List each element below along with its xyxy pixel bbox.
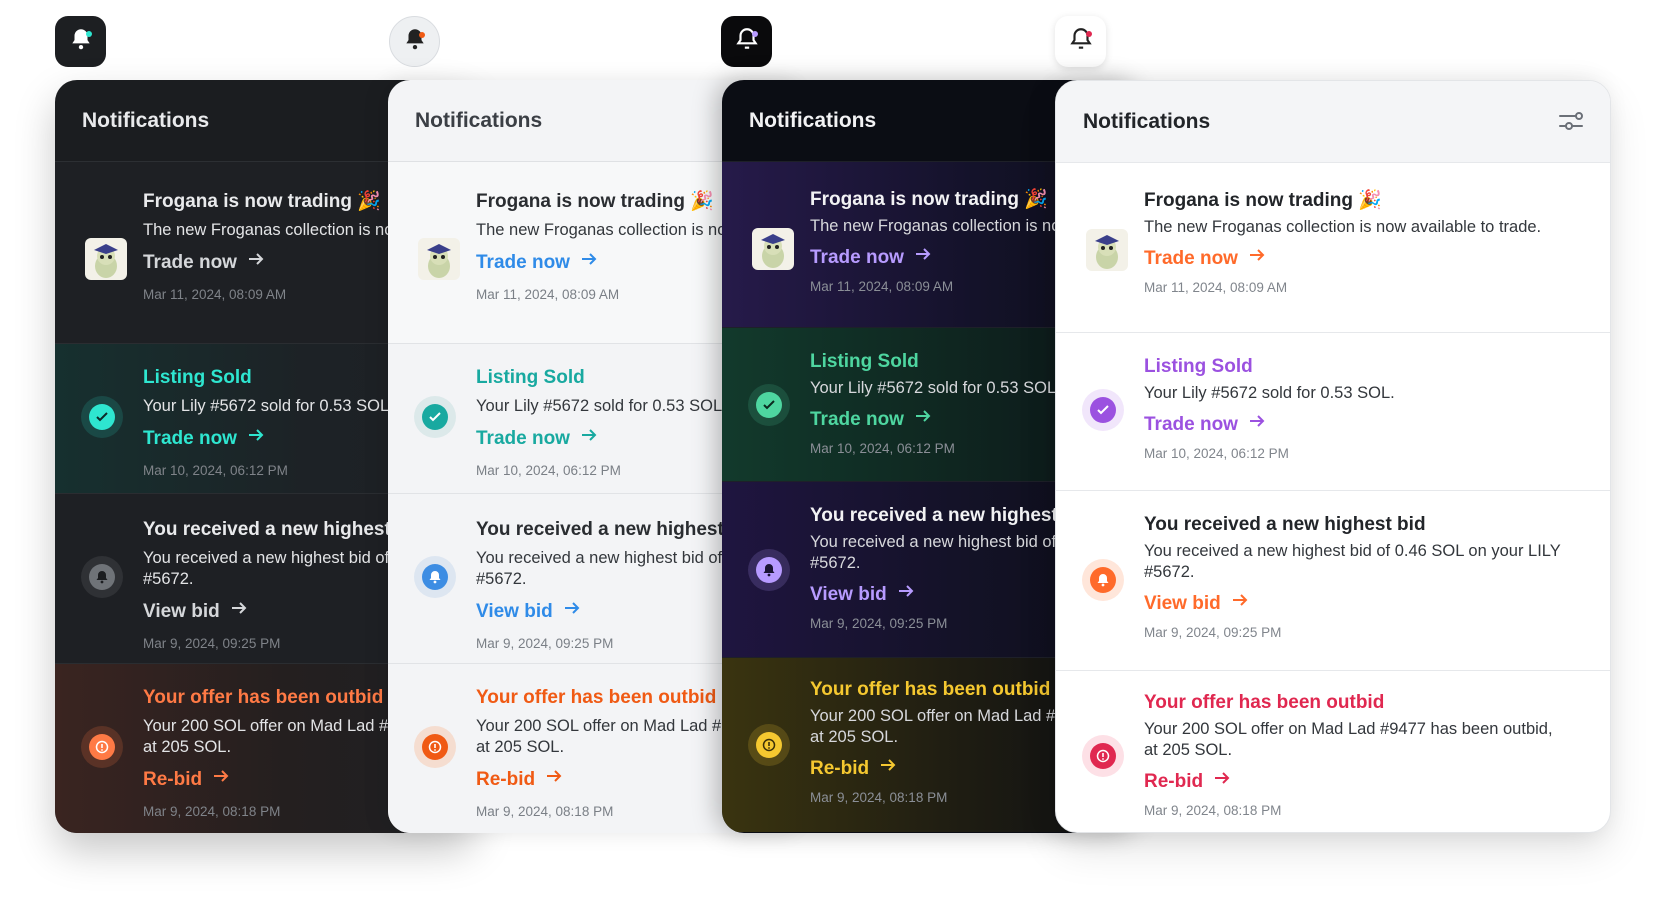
frog-avatar [85, 238, 127, 280]
trade-now-link[interactable]: Trade now [1144, 412, 1570, 437]
arrow-right-icon [563, 599, 581, 624]
alert-icon [1082, 735, 1124, 777]
notification-title: Listing Sold [1144, 356, 1253, 377]
panel-title: Notifications [1083, 109, 1211, 133]
notification-item[interactable]: Frogana is now trading 🎉 The new Frogana… [1056, 163, 1610, 333]
arrow-right-icon [1248, 246, 1266, 271]
check-icon [748, 384, 790, 426]
action-label: View bid [1144, 592, 1221, 614]
arrow-right-icon [1231, 591, 1249, 616]
notification-body: Your Lily #5672 sold for 0.53 SOL. [1144, 384, 1395, 402]
action-label: Re-bid [1144, 770, 1204, 792]
action-label: View bid [143, 600, 220, 622]
check-icon [81, 396, 123, 438]
notification-title: Frogana is now trading [143, 191, 353, 212]
party-emoji: 🎉 [357, 191, 381, 212]
action-label: Trade now [143, 427, 237, 449]
action-label: Trade now [476, 251, 570, 273]
timestamp: Mar 10, 2024, 06:12 PM [1144, 446, 1289, 461]
party-emoji: 🎉 [1358, 190, 1382, 211]
notification-title: Frogana is now trading [476, 191, 686, 212]
check-icon [414, 396, 456, 438]
arrow-right-icon [580, 426, 598, 451]
arrow-right-icon [580, 250, 598, 275]
action-label: Re-bid [810, 757, 870, 779]
action-label: Trade now [476, 427, 570, 449]
notification-title: You received a new highest bid [1144, 514, 1426, 535]
party-emoji: 🎉 [690, 191, 714, 212]
notification-body: Your 200 SOL offer on Mad Lad #9477 has … [1144, 720, 1553, 759]
party-emoji: 🎉 [1024, 189, 1048, 210]
alert-icon [414, 726, 456, 768]
bell-button-black[interactable] [721, 16, 772, 67]
bell-icon [402, 26, 428, 57]
action-label: Re-bid [143, 768, 203, 790]
bell-badge-icon [1082, 559, 1124, 601]
arrow-right-icon [914, 245, 932, 270]
arrow-right-icon [1248, 412, 1266, 437]
arrow-right-icon [914, 407, 932, 432]
panel-title: Notifications [749, 108, 877, 132]
action-label: Trade now [810, 408, 904, 430]
timestamp: Mar 11, 2024, 08:09 AM [1144, 280, 1288, 295]
action-label: Re-bid [476, 768, 536, 790]
action-label: Trade now [1144, 247, 1238, 269]
bell-badge-icon [748, 549, 790, 591]
frog-avatar [1086, 229, 1128, 271]
bell-badge-icon [414, 556, 456, 598]
panel-title: Notifications [82, 108, 210, 132]
arrow-right-icon [545, 767, 563, 792]
action-label: Trade now [143, 251, 237, 273]
frog-avatar [418, 238, 460, 280]
arrow-right-icon [247, 426, 265, 451]
rebid-link[interactable]: Re-bid [1144, 769, 1570, 794]
bell-button-light[interactable] [389, 16, 440, 67]
arrow-right-icon [897, 582, 915, 607]
bell-badge-icon [81, 556, 123, 598]
arrow-right-icon [230, 599, 248, 624]
notification-body: The new Froganas collection is now avail… [1144, 218, 1542, 236]
timestamp: Mar 9, 2024, 09:25 PM [1144, 625, 1282, 640]
panel-header: Notifications [1056, 81, 1610, 163]
bell-button-dark[interactable] [55, 16, 106, 67]
frog-avatar [752, 228, 794, 270]
notification-item[interactable]: You received a new highest bid You recei… [1056, 491, 1610, 671]
arrow-right-icon [247, 250, 265, 275]
check-icon [1082, 389, 1124, 431]
notification-title: Your offer has been outbid [1144, 692, 1385, 713]
bell-button-white[interactable] [1055, 16, 1106, 67]
view-bid-link[interactable]: View bid [1144, 591, 1570, 616]
notification-body: You received a new highest bid of 0.46 S… [1144, 542, 1561, 581]
action-label: Trade now [810, 246, 904, 268]
action-label: Trade now [1144, 413, 1238, 435]
notification-item[interactable]: Your offer has been outbid Your 200 SOL … [1056, 671, 1610, 831]
panel-title: Notifications [415, 108, 543, 132]
arrow-right-icon [1213, 769, 1231, 794]
notification-title: Frogana is now trading [810, 189, 1020, 210]
arrow-right-icon [212, 767, 230, 792]
notification-item[interactable]: Listing Sold Your Lily #5672 sold for 0.… [1056, 333, 1610, 491]
action-label: View bid [476, 600, 553, 622]
filter-icon[interactable] [1558, 111, 1584, 131]
notification-title: Frogana is now trading [1144, 190, 1354, 211]
arrow-right-icon [879, 756, 897, 781]
action-label: View bid [810, 583, 887, 605]
alert-icon [748, 724, 790, 766]
notifications-panel-white: Notifications Frogana is now trading 🎉 T… [1055, 80, 1611, 833]
alert-icon [81, 726, 123, 768]
timestamp: Mar 9, 2024, 08:18 PM [1144, 803, 1282, 818]
trade-now-link[interactable]: Trade now [1144, 246, 1570, 271]
